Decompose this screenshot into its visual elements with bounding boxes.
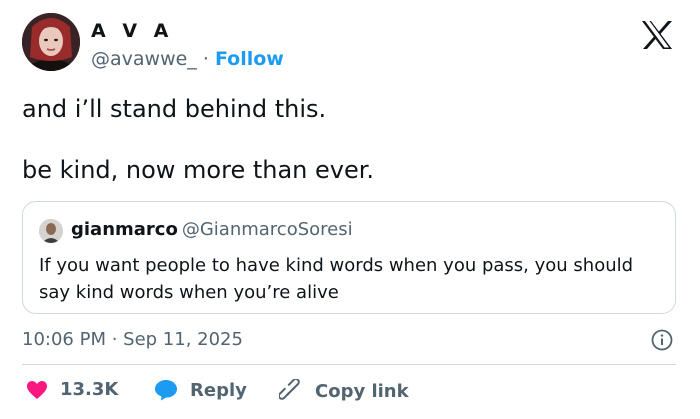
quoted-tweet-card[interactable]: gianmarco @GianmarcoSoresi If you want pe…	[22, 201, 676, 314]
author-name[interactable]: A V A	[91, 20, 173, 42]
handle-separator: ·	[202, 48, 209, 70]
tweet-text-line-2: be kind, now more than ever.	[22, 156, 375, 184]
copy-link-button[interactable]: Copy link	[279, 379, 409, 403]
quoted-author-avatar	[39, 219, 63, 243]
like-button[interactable]: 13.3K	[26, 379, 118, 400]
info-icon[interactable]	[651, 329, 673, 351]
quoted-author-name: gianmarco	[71, 219, 178, 240]
follow-button[interactable]: Follow	[215, 48, 284, 70]
reply-bubble-icon	[155, 380, 177, 401]
divider	[22, 364, 676, 365]
like-count: 13.3K	[60, 379, 119, 400]
copy-link-label: Copy link	[315, 380, 409, 402]
author-avatar[interactable]	[22, 13, 80, 71]
quoted-author-handle: @GianmarcoSoresi	[181, 219, 353, 240]
author-handle[interactable]: @avawwe_	[91, 48, 197, 70]
x-logo-icon[interactable]	[640, 20, 674, 50]
author-handle-row: @avawwe_ · Follow	[91, 48, 284, 70]
reply-label: Reply	[190, 379, 247, 401]
quoted-tweet-text: If you want people to have kind words wh…	[39, 255, 634, 303]
link-icon	[279, 379, 300, 400]
tweet-timestamp[interactable]: 10:06 PM · Sep 11, 2025	[22, 329, 243, 350]
reply-button[interactable]: Reply	[154, 379, 247, 401]
heart-icon	[27, 380, 47, 399]
quoted-author: gianmarco @GianmarcoSoresi	[71, 219, 353, 240]
avatar-image	[22, 13, 80, 71]
tweet-text-line-1: and i’ll stand behind this.	[22, 95, 327, 123]
